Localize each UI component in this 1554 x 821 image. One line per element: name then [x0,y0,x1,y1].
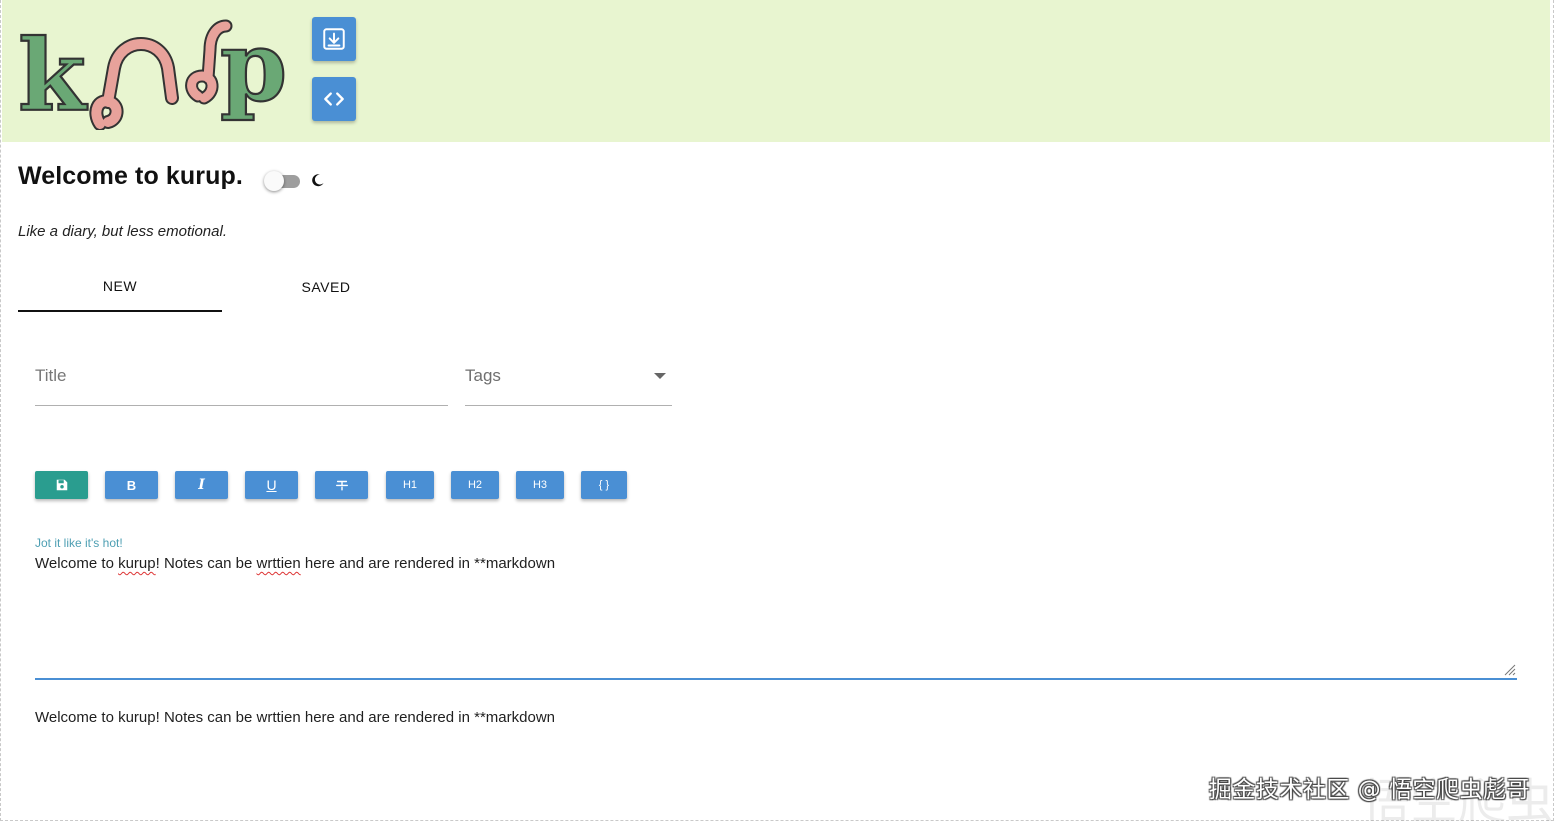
download-button[interactable] [312,17,356,61]
tagline: Like a diary, but less emotional. [18,223,227,240]
watermark: 掘金技术社区 @ 悟空爬虫彪哥 [1208,777,1530,803]
bold-button[interactable]: B [105,471,158,499]
editor-text-start: Welcome to [35,555,119,572]
download-icon [323,28,345,50]
code-icon [324,92,344,106]
welcome-title: Welcome to kurup. [18,162,243,190]
dark-mode-toggle[interactable] [262,171,302,191]
tab-new[interactable]: NEW [18,262,222,312]
editor-text-end: here and are rendered in **markdown [300,555,556,572]
floppy-disk-icon [56,479,67,491]
tags-select[interactable]: Tags [465,358,672,406]
spellcheck-word-wrttien: wrttien [256,555,301,572]
heading1-button[interactable]: H1 [386,471,434,499]
kurup-logo: k p [17,14,288,130]
strikethrough-button[interactable] [315,471,368,499]
editor-text: Welcome to kurup! Notes can be wrttien h… [35,553,1517,574]
resize-handle-icon[interactable] [1502,662,1516,676]
heading3-button[interactable]: H3 [516,471,564,499]
save-button[interactable] [35,471,88,499]
italic-button[interactable]: I [175,471,228,499]
app-header: k p [2,0,1550,142]
heading2-button[interactable]: H2 [451,471,499,499]
title-input[interactable] [35,358,448,394]
strikethrough-icon [335,480,348,491]
spellcheck-word-kurup: kurup [118,555,156,572]
editor-label: Jot it like it's hot! [35,536,123,550]
toggle-knob [264,171,284,191]
note-editor[interactable]: Welcome to kurup! Notes can be wrttien h… [35,553,1517,680]
editor-text-mid: ! Notes can be [155,555,257,572]
svg-text:p: p [220,14,287,123]
markdown-preview: Welcome to kurup! Notes can be wrttien h… [35,709,555,726]
svg-text:k: k [18,19,88,130]
tab-saved[interactable]: SAVED [224,262,428,312]
code-view-button[interactable] [312,77,356,121]
tags-label: Tags [465,366,501,385]
code-block-button[interactable]: { } [581,471,627,499]
chevron-down-icon[interactable] [654,373,666,379]
moon-icon [312,174,324,187]
title-field[interactable] [35,358,448,406]
underline-button[interactable]: U [245,471,298,499]
